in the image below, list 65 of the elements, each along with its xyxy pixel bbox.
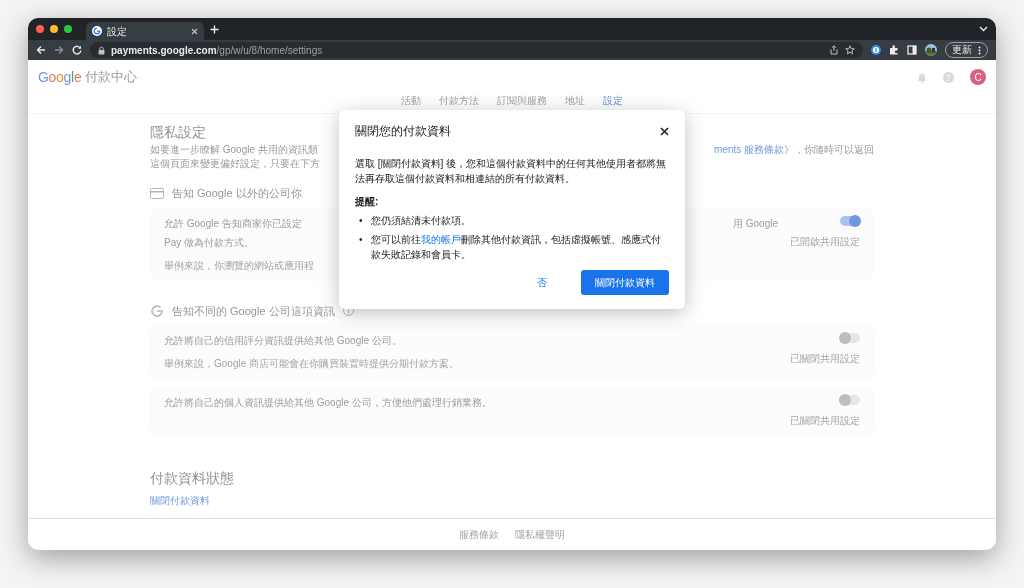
section-heading: 告知 Google 以外的公司你 (172, 186, 302, 201)
close-button[interactable] (660, 126, 669, 136)
more-icon (978, 45, 981, 55)
close-profile-link[interactable]: 關閉付款資料 (150, 493, 210, 508)
description-text: 這個頁面來變更偏好設定，只要在下方 (150, 157, 320, 171)
setting-title: 允許將自己的信用評分資訊提供給其他 Google 公司。 (164, 334, 402, 348)
extensions-icon[interactable] (889, 45, 899, 55)
lock-icon (98, 45, 105, 55)
setting-title: 用 Google (732, 216, 778, 231)
bullet-marker: • (359, 214, 363, 228)
address-bar[interactable]: payments.google.com/gp/w/u/8/home/settings (90, 42, 863, 58)
reminder-label: 提醒: (355, 195, 380, 209)
favicon-icon (92, 26, 102, 36)
nav-tab[interactable]: 地址 (565, 93, 585, 113)
footer-link[interactable]: 服務條款 (459, 527, 499, 542)
new-tab-button[interactable] (210, 24, 219, 34)
window-close-button[interactable] (36, 25, 44, 33)
google-logo[interactable]: Google (38, 66, 82, 88)
toggle-switch[interactable] (840, 215, 860, 226)
description-text: ments 服務條款》，你隨時可以返回 (714, 143, 874, 157)
confirm-button[interactable]: 關閉付款資料 (581, 270, 669, 295)
setting-title: Pay 做為付款方式。 (164, 235, 254, 250)
account-link[interactable]: 我的帳戶 (420, 234, 461, 245)
key-extension-icon[interactable] (871, 45, 881, 55)
profile-button[interactable] (925, 44, 937, 56)
tab-title: 設定 (107, 24, 128, 39)
url-text: payments.google.com/gp/w/u/8/home/settings (111, 43, 324, 58)
setting-title: 允許 Google 告知商家你已設定 (164, 216, 302, 231)
nav-tab[interactable]: 訂閱與服務 (497, 93, 547, 113)
section-title: 付款資料狀態 (150, 469, 234, 488)
section-heading: 告知不同的 Google 公司這項資訊 (172, 303, 335, 319)
sharing-status: 已開啟共用設定 (790, 234, 860, 249)
window-zoom-button[interactable] (64, 25, 72, 33)
back-button[interactable] (36, 45, 46, 55)
toggle-switch[interactable] (840, 395, 860, 405)
terms-link[interactable]: ments 服務條款 (714, 144, 784, 155)
google-g-icon (150, 304, 164, 318)
bullet-marker: • (359, 233, 363, 247)
browser-tab[interactable]: 設定 (86, 22, 204, 40)
side-panel-icon[interactable] (907, 45, 917, 55)
account-avatar[interactable]: C (970, 69, 986, 85)
dialog-body: 選取 [關閉付款資料] 後，您和這個付款資料中的任何其他使用者都將無法再存取這個付款資料和相連結的所有付款資料。 (355, 157, 668, 186)
footer-link[interactable]: 隱私權聲明 (515, 527, 565, 542)
product-name: 付款中心 (85, 68, 138, 87)
setting-example: 舉例來說，你瀏覽的網站或應用程 (164, 258, 314, 273)
tab-search-button[interactable] (979, 26, 988, 32)
window-minimize-button[interactable] (50, 25, 58, 33)
forward-button[interactable] (54, 45, 64, 55)
setting-example: 舉例來說，Google 商店可能會在你購買裝置時提供分期付款方案。 (164, 357, 460, 371)
star-icon[interactable] (845, 45, 855, 55)
reload-button[interactable] (72, 45, 82, 55)
setting-title: 允許將自己的個人資訊提供給其他 Google 公司，方便他們處理行銷業務。 (164, 396, 492, 410)
sharing-status: 已關閉共用設定 (790, 414, 860, 428)
share-icon[interactable] (829, 45, 839, 55)
tab-close-button[interactable] (191, 27, 198, 35)
nav-tab[interactable]: 付款方法 (439, 93, 479, 113)
reminder-item: 您可以前往我的帳戶刪除其他付款資訊，包括虛擬帳號、感應式付款失敗記錄和會員卡。 (370, 233, 662, 262)
section-title: 隱私設定 (150, 123, 206, 142)
card-icon (150, 186, 164, 200)
sharing-status: 已關閉共用設定 (790, 352, 860, 366)
toggle-switch[interactable] (840, 333, 860, 343)
cancel-button[interactable]: 否 (527, 270, 557, 295)
dialog-title: 關閉您的付款資料 (355, 123, 451, 140)
reminder-item: 您仍須結清未付款項。 (370, 214, 471, 228)
nav-tab[interactable]: 活動 (401, 93, 421, 113)
